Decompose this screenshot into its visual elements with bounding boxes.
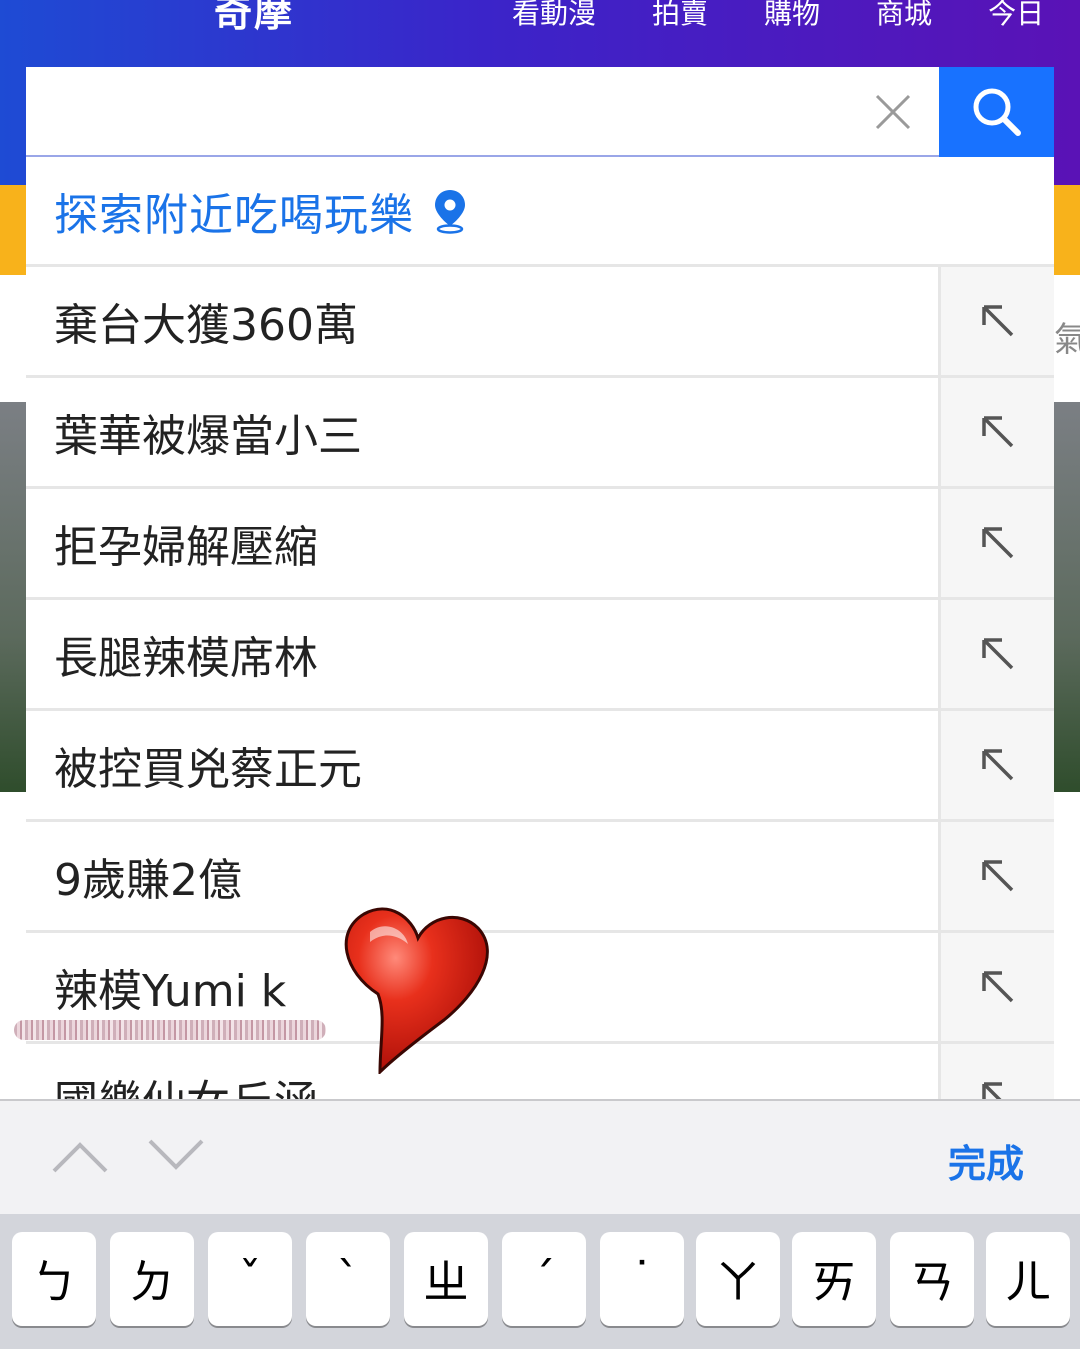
background-banner-right	[1054, 185, 1080, 275]
arrow-up-left-icon	[981, 527, 1013, 559]
arrow-up-left-icon	[981, 305, 1013, 337]
fill-query-button[interactable]	[941, 489, 1054, 597]
list-item: 棄台大獲360萬	[26, 267, 1054, 378]
highlight-scribble	[14, 1020, 326, 1040]
search-bar	[26, 67, 1054, 157]
zhuyin-keyboard: ㄅ ㄉ ˇ ˋ ㄓ ˊ ˙ ㄚ ㄞ ㄢ ㄦ	[0, 1214, 1080, 1349]
list-item: 國樂仙女丘涵	[26, 1044, 1054, 1099]
suggestion-text[interactable]: 長腿辣模席林	[26, 600, 941, 708]
background-photo-left	[0, 402, 26, 792]
list-item: 拒孕婦解壓縮	[26, 489, 1054, 600]
explore-nearby-label: 探索附近吃喝玩樂	[54, 189, 414, 241]
fill-query-button[interactable]	[941, 711, 1054, 819]
fill-query-button[interactable]	[941, 822, 1054, 930]
key-an[interactable]: ㄢ	[890, 1232, 974, 1326]
suggestion-list: 棄台大獲360萬 葉華被爆當小三 拒孕婦解壓縮 長腿辣模席林 被控買兇蔡正元 9…	[26, 267, 1054, 1099]
key-tone-3[interactable]: ˇ	[208, 1232, 292, 1326]
search-input[interactable]	[26, 67, 939, 155]
search-button[interactable]	[939, 67, 1054, 157]
yahoo-logo[interactable]: 奇摩	[214, 0, 294, 37]
list-item: 9歲賺2億	[26, 822, 1054, 933]
list-item: 長腿辣模席林	[26, 600, 1054, 711]
arrow-up-left-icon	[981, 638, 1013, 670]
key-a[interactable]: ㄚ	[696, 1232, 780, 1326]
key-er[interactable]: ㄦ	[986, 1232, 1070, 1326]
key-tone-neutral[interactable]: ˙	[600, 1232, 684, 1326]
nav-item-today[interactable]: 今日	[988, 0, 1044, 32]
chevron-up-icon[interactable]	[50, 1131, 110, 1181]
fill-query-button[interactable]	[941, 933, 1054, 1041]
clear-icon[interactable]	[871, 90, 915, 134]
chevron-down-icon[interactable]	[146, 1131, 206, 1181]
page: 奇摩 看動漫 拍賣 購物 商城 今日 氣象 探索附近吃喝玩	[0, 0, 1080, 1349]
fill-query-button[interactable]	[941, 600, 1054, 708]
key-tone-4[interactable]: ˋ	[306, 1232, 390, 1326]
top-nav: 看動漫 拍賣 購物 商城 今日	[512, 0, 1044, 32]
key-b[interactable]: ㄅ	[12, 1232, 96, 1326]
key-zh[interactable]: ㄓ	[404, 1232, 488, 1326]
key-ai[interactable]: ㄞ	[792, 1232, 876, 1326]
arrow-up-left-icon	[981, 860, 1013, 892]
arrow-up-left-icon	[981, 416, 1013, 448]
search-suggestions-dropdown: 探索附近吃喝玩樂 棄台大獲360萬 葉華被爆當小三 拒孕婦解壓縮 長腿辣模席林 …	[26, 157, 1054, 1099]
suggestion-text[interactable]: 棄台大獲360萬	[26, 267, 941, 375]
suggestion-text[interactable]: 葉華被爆當小三	[26, 378, 941, 486]
heart-icon	[344, 907, 489, 1074]
key-d[interactable]: ㄉ	[110, 1232, 194, 1326]
key-tone-2[interactable]: ˊ	[502, 1232, 586, 1326]
arrow-up-left-icon	[981, 971, 1013, 1003]
nav-item-auction[interactable]: 拍賣	[652, 0, 708, 32]
list-item: 被控買兇蔡正元	[26, 711, 1054, 822]
nav-item-mall[interactable]: 商城	[876, 0, 932, 32]
suggestion-text[interactable]: 拒孕婦解壓縮	[26, 489, 941, 597]
background-photo-right	[1054, 402, 1080, 792]
fill-query-button[interactable]	[941, 1044, 1054, 1099]
explore-nearby-link[interactable]: 探索附近吃喝玩樂	[26, 157, 1054, 267]
background-banner-left	[0, 185, 26, 275]
arrow-up-left-icon	[981, 749, 1013, 781]
location-pin-icon	[435, 189, 465, 234]
fill-query-button[interactable]	[941, 267, 1054, 375]
suggestion-text[interactable]: 被控買兇蔡正元	[26, 711, 941, 819]
search-input-wrap	[26, 67, 939, 155]
nav-item-shopping[interactable]: 購物	[764, 0, 820, 32]
search-icon	[973, 88, 1021, 136]
done-button[interactable]: 完成	[948, 1133, 1024, 1188]
fill-query-button[interactable]	[941, 378, 1054, 486]
nav-item-anime[interactable]: 看動漫	[512, 0, 596, 32]
list-item: 葉華被爆當小三	[26, 378, 1054, 489]
keyboard-accessory-bar: 完成	[0, 1099, 1080, 1214]
background-weather-text: 氣象	[1054, 320, 1080, 360]
arrow-up-left-icon	[981, 1082, 1002, 1099]
